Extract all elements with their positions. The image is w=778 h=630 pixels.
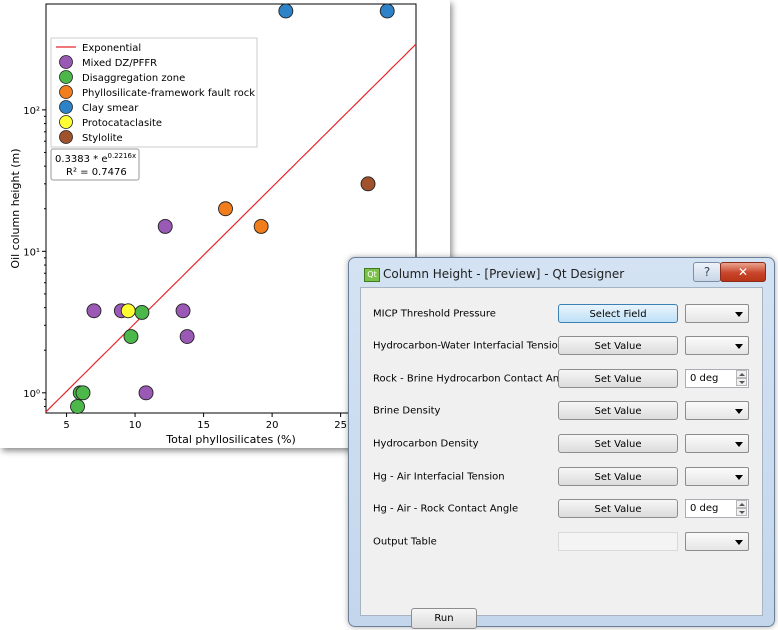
spin-down-icon[interactable]	[736, 378, 747, 386]
data-point	[120, 303, 136, 319]
y-tick-label: 10²	[23, 106, 40, 117]
x-tick-label: 15	[197, 420, 210, 431]
legend-marker-icon	[59, 55, 73, 69]
fit-r-squared: R² = 0.7476	[66, 167, 127, 178]
close-button[interactable]: ✕	[720, 262, 766, 282]
parameter-label: Brine Density	[373, 405, 441, 417]
output-table-field[interactable]	[558, 532, 678, 551]
x-tick-label: 25	[334, 420, 347, 431]
chevron-down-icon	[735, 540, 743, 545]
set-value-button[interactable]: Set Value	[558, 401, 678, 420]
angle-spinbox[interactable]: 0 deg	[685, 369, 749, 388]
run-button[interactable]: Run	[411, 608, 477, 629]
spin-up-icon[interactable]	[736, 370, 747, 378]
legend-marker-icon	[59, 130, 73, 144]
x-tick-label: 5	[63, 420, 69, 431]
set-value-button[interactable]: Set Value	[558, 336, 678, 355]
data-point	[278, 3, 294, 19]
data-point	[70, 399, 85, 414]
y-tick-label: 10⁰	[23, 389, 40, 400]
parameter-label: Rock - Brine Hydrocarbon Contact Angle	[373, 373, 575, 385]
data-point	[360, 176, 376, 192]
x-tick-label: 20	[266, 420, 279, 431]
parameter-label: Hydrocarbon Density	[373, 438, 479, 450]
x-axis-label: Total phyllosilicates (%)	[165, 433, 296, 446]
chevron-down-icon	[735, 312, 743, 317]
y-tick-label: 10¹	[23, 247, 40, 258]
unit-dropdown[interactable]	[685, 304, 749, 323]
set-value-button[interactable]: Set Value	[558, 467, 678, 486]
data-point	[134, 304, 150, 320]
chevron-down-icon	[735, 409, 743, 414]
unit-dropdown[interactable]	[685, 434, 749, 453]
parameter-label: Hg - Air - Rock Contact Angle	[373, 503, 519, 515]
parameter-label: MICP Threshold Pressure	[373, 308, 496, 320]
y-axis-label: Oil column height (m)	[9, 148, 22, 268]
spinbox-value: 0 deg	[690, 373, 719, 384]
dialog-title: Column Height - [Preview] - Qt Designer	[383, 267, 625, 281]
data-point	[123, 329, 139, 344]
spinbox-value: 0 deg	[690, 503, 719, 514]
legend-label: Mixed DZ/PFFR	[82, 58, 157, 69]
data-point	[379, 3, 395, 19]
legend-marker-icon	[59, 70, 73, 84]
select-field-button[interactable]: Select Field	[558, 304, 678, 323]
data-point	[75, 385, 91, 401]
chevron-down-icon	[735, 475, 743, 480]
data-point	[218, 201, 233, 217]
legend-label: Stylolite	[82, 133, 123, 144]
help-button[interactable]: ?	[693, 262, 721, 282]
legend-label: Disaggregation zone	[82, 73, 185, 84]
legend-label: Exponential	[82, 43, 141, 54]
dialog-client-area: MICP Threshold Pressure Select Field Hydro…	[360, 287, 763, 629]
legend-label: Phyllosilicate-framework fault rock	[82, 88, 255, 99]
legend-label: Clay smear	[82, 103, 139, 114]
unit-dropdown[interactable]	[685, 532, 749, 551]
legend-label: Protocataclasite	[82, 118, 162, 129]
data-point	[157, 218, 173, 234]
data-point	[179, 329, 195, 344]
angle-spinbox[interactable]: 0 deg	[685, 499, 749, 518]
chevron-down-icon	[735, 442, 743, 447]
data-point	[175, 303, 191, 319]
parameter-label: Output Table	[373, 536, 437, 548]
unit-dropdown[interactable]	[685, 336, 749, 355]
parameter-label: Hydrocarbon-Water Interfacial Tension	[373, 340, 565, 352]
dialog-titlebar[interactable]: Qt Column Height - [Preview] - Qt Design…	[349, 258, 774, 285]
unit-dropdown[interactable]	[685, 401, 749, 420]
legend-marker-icon	[59, 115, 73, 129]
parameter-label: Hg - Air Interfacial Tension	[373, 471, 505, 483]
legend-marker-icon	[59, 100, 73, 114]
legend-marker-icon	[59, 85, 73, 99]
unit-dropdown[interactable]	[685, 467, 749, 486]
spin-up-icon[interactable]	[736, 500, 747, 508]
spin-down-icon[interactable]	[736, 508, 747, 516]
set-value-button[interactable]: Set Value	[558, 369, 678, 388]
chevron-down-icon	[735, 344, 743, 349]
data-point	[86, 303, 102, 319]
column-height-dialog: Qt Column Height - [Preview] - Qt Design…	[348, 257, 775, 629]
data-point	[138, 385, 154, 401]
x-tick-label: 10	[129, 420, 142, 431]
set-value-button[interactable]: Set Value	[558, 499, 678, 518]
data-point	[253, 218, 269, 234]
set-value-button[interactable]: Set Value	[558, 434, 678, 453]
qt-app-icon: Qt	[364, 268, 380, 282]
